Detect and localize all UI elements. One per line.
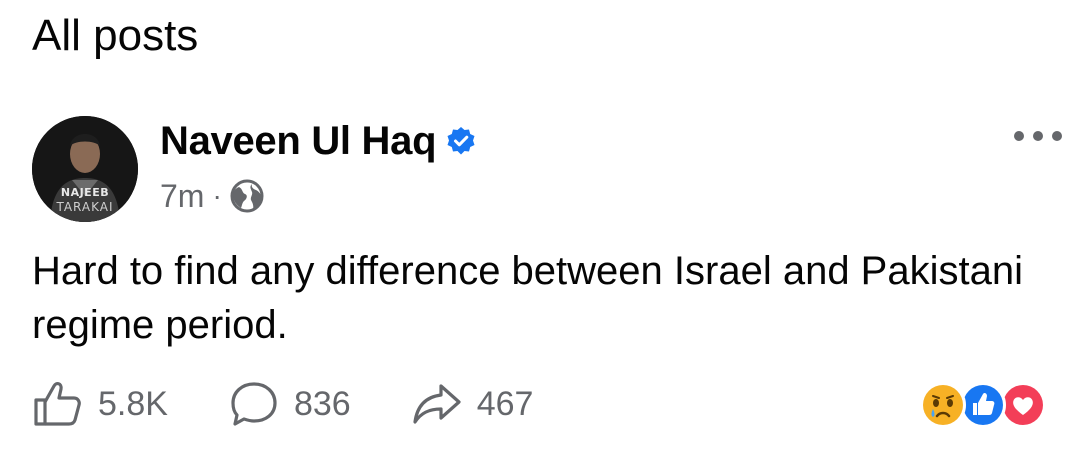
sad-reaction-icon (920, 382, 966, 428)
like-count: 5.8K (98, 384, 168, 423)
comment-button[interactable]: 836 (228, 380, 351, 428)
feed-page: All posts NAJEEB TARAKAI Naveen Ul Haq 7… (0, 0, 1080, 459)
globe-icon[interactable] (230, 179, 264, 213)
author-row: Naveen Ul Haq (160, 118, 476, 164)
like-button[interactable]: 5.8K (32, 380, 168, 428)
post-text: Hard to find any difference between Isra… (32, 249, 1023, 347)
avatar[interactable]: NAJEEB TARAKAI (32, 116, 138, 222)
share-count: 467 (476, 384, 534, 423)
meta-separator: · (212, 180, 222, 211)
comment-count: 836 (293, 384, 351, 423)
avatar-label-second: TARAKAI (56, 200, 114, 214)
verified-badge-icon (446, 126, 476, 156)
more-options-button[interactable] (1014, 126, 1062, 146)
post-actions: 5.8K 836 467 (32, 380, 593, 428)
more-dot-icon (1052, 131, 1062, 141)
share-button[interactable]: 467 (411, 380, 534, 428)
more-dot-icon (1033, 131, 1043, 141)
love-reaction-icon (1000, 382, 1046, 428)
share-icon (411, 380, 463, 428)
more-dot-icon (1014, 131, 1024, 141)
avatar-label-first: NAJEEB (60, 186, 110, 199)
page-title: All posts (32, 11, 199, 60)
post-header: NAJEEB TARAKAI Naveen Ul Haq 7m · (32, 116, 1062, 226)
comment-icon (228, 380, 280, 428)
author-name[interactable]: Naveen Ul Haq (160, 118, 437, 164)
thumbs-up-icon (32, 380, 84, 428)
reaction-summary[interactable] (920, 382, 1048, 428)
post-meta: 7m · (160, 176, 264, 216)
like-reaction-icon (960, 382, 1006, 428)
post-timestamp[interactable]: 7m (160, 176, 204, 216)
